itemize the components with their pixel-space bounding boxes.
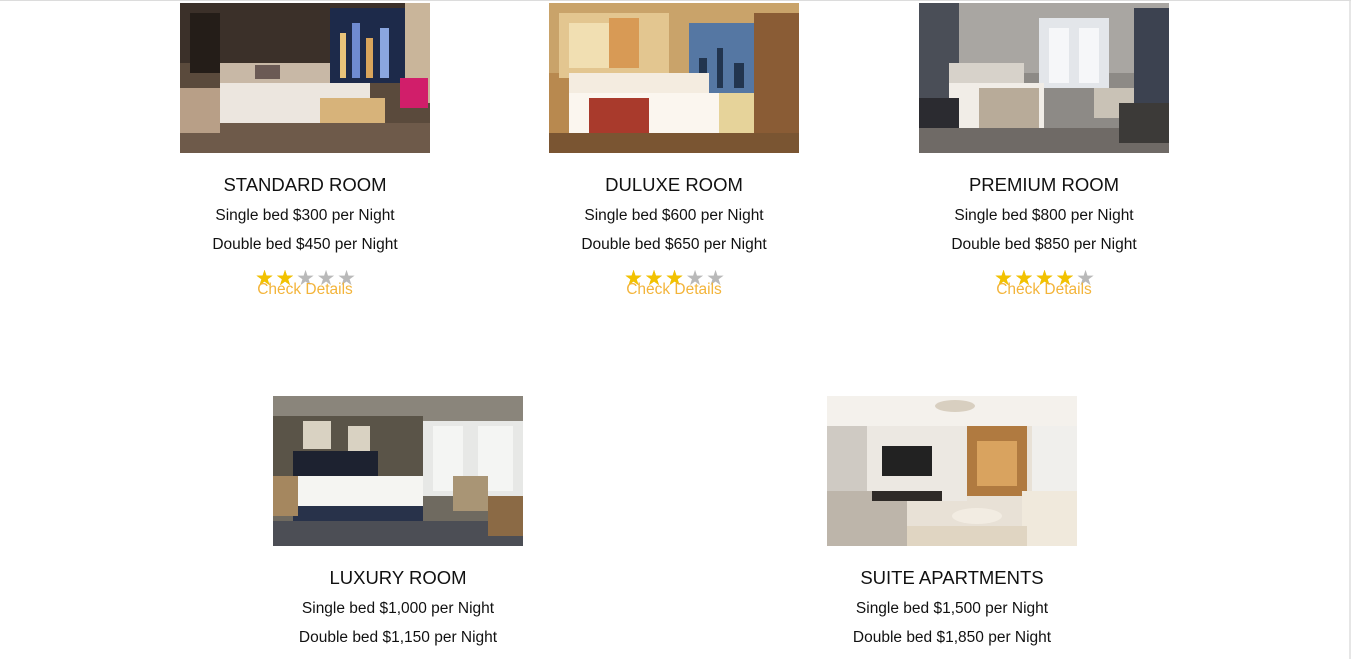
room-card-premium: PREMIUM ROOM Single bed $800 per Night D…: [894, 3, 1194, 302]
single-bed-price: Single bed $600 per Night: [584, 207, 764, 224]
double-bed-price: Double bed $1,850 per Night: [852, 629, 1052, 646]
double-bed-price: Double bed $450 per Night: [212, 236, 398, 253]
check-details-link[interactable]: Check Details: [894, 281, 1194, 299]
rating-row: ★ ★ ★ ★ ★ Check Details: [894, 268, 1194, 302]
room-photo-suite[interactable]: [827, 396, 1077, 546]
single-bed-price: Single bed $300 per Night: [215, 207, 395, 224]
room-photo-premium[interactable]: [919, 3, 1169, 153]
room-name: STANDARD ROOM: [223, 174, 387, 195]
check-details-link[interactable]: Check Details: [524, 281, 824, 299]
room-name: SUITE APARTMENTS: [860, 567, 1044, 588]
room-photo-luxury[interactable]: [273, 396, 523, 546]
rating-row: ★ ★ ★ ★ ★ Check Details: [155, 268, 455, 302]
room-name: DULUXE ROOM: [605, 174, 743, 195]
room-card-standard: STANDARD ROOM Single bed $300 per Night …: [155, 3, 455, 302]
room-card-suite: SUITE APARTMENTS Single bed $1,500 per N…: [802, 396, 1102, 647]
double-bed-price: Double bed $650 per Night: [581, 236, 767, 253]
double-bed-price: Double bed $850 per Night: [951, 236, 1137, 253]
room-card-duluxe: DULUXE ROOM Single bed $600 per Night Do…: [524, 3, 824, 302]
rating-row: ★ ★ ★ ★ ★ Check Details: [524, 268, 824, 302]
room-photo-duluxe[interactable]: [549, 3, 799, 153]
single-bed-price: Single bed $800 per Night: [954, 207, 1134, 224]
check-details-link[interactable]: Check Details: [155, 281, 455, 299]
room-card-luxury: LUXURY ROOM Single bed $1,000 per Night …: [248, 396, 548, 647]
rooms-page: STANDARD ROOM Single bed $300 per Night …: [0, 0, 1351, 659]
room-photo-standard[interactable]: [180, 3, 430, 153]
room-name: LUXURY ROOM: [329, 567, 467, 588]
room-name: PREMIUM ROOM: [968, 174, 1120, 195]
double-bed-price: Double bed $1,150 per Night: [298, 629, 498, 646]
single-bed-price: Single bed $1,000 per Night: [301, 600, 495, 617]
single-bed-price: Single bed $1,500 per Night: [855, 600, 1049, 617]
